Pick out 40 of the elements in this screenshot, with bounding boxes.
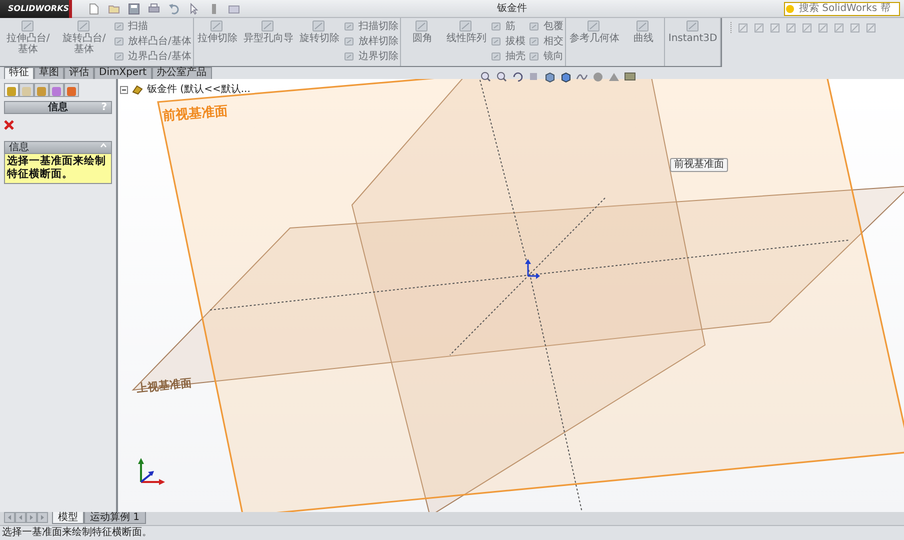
ribbon-button[interactable]: 相交 [529,34,564,49]
search-field[interactable]: 搜索 SolidWorks 帮 [784,2,900,16]
tooltip: 前视基准面 [670,158,728,172]
ribbon-button[interactable]: 筋 [491,19,526,34]
section-header[interactable]: 信息 [4,141,112,154]
plane-label: 上视基准面 [136,376,192,395]
ribbon-button[interactable]: 扫描切除 [344,19,398,34]
ribbon-button[interactable]: 圆角 [403,19,442,44]
ribbon-button[interactable]: 扫描 [114,19,192,34]
command-tab[interactable]: 办公室产品 [152,67,212,79]
command-tab[interactable]: 评估 [64,67,94,79]
window-title: 钣金件 [496,2,528,16]
ribbon-button[interactable]: 抽壳 [491,49,526,64]
ribbon-button[interactable]: 曲线 [624,19,662,44]
tree-item[interactable]: 钣金件 (默认<<默认... [147,82,250,97]
ribbon-button[interactable]: Instant3D [667,19,718,44]
plane-label: 前视基准面 [162,104,228,124]
command-tab[interactable]: DimXpert [94,67,152,79]
ribbon-button[interactable]: 放样切除 [344,34,398,49]
ribbon-button[interactable]: 参考几何体 [568,19,620,44]
ribbon-button[interactable]: 异型孔向导 [242,19,294,44]
ribbon-button[interactable]: 线性阵列 [445,19,488,44]
panel-title: 信息 [48,102,68,113]
ribbon-button[interactable]: 旋转凸台/基体 [58,19,110,55]
ribbon-button[interactable]: 镜向 [529,49,564,64]
ribbon-button[interactable]: 边界切除 [344,49,398,64]
ribbon-button[interactable]: 拔模 [491,34,526,49]
ribbon-button[interactable]: 放样凸台/基体 [114,34,192,49]
command-tab[interactable]: 特征 [4,67,34,79]
ribbon-button[interactable]: 拉伸凸台/基体 [2,19,54,55]
ribbon-button[interactable]: 旋转切除 [298,19,340,44]
view-tab[interactable]: 模型 [52,512,84,524]
command-tab[interactable]: 草图 [34,67,64,79]
logo-text: SOLIDWORKS [8,2,70,14]
ribbon-button[interactable]: 拉伸切除 [196,19,238,44]
ribbon-button[interactable]: 包覆 [529,19,564,34]
view-tab[interactable]: 运动算例 1 [84,512,146,524]
ribbon-button[interactable]: 边界凸台/基体 [114,49,192,64]
section-title: 信息 [9,142,29,153]
message-text: 选择一基准面来绘制特征横断面。 [4,154,112,184]
